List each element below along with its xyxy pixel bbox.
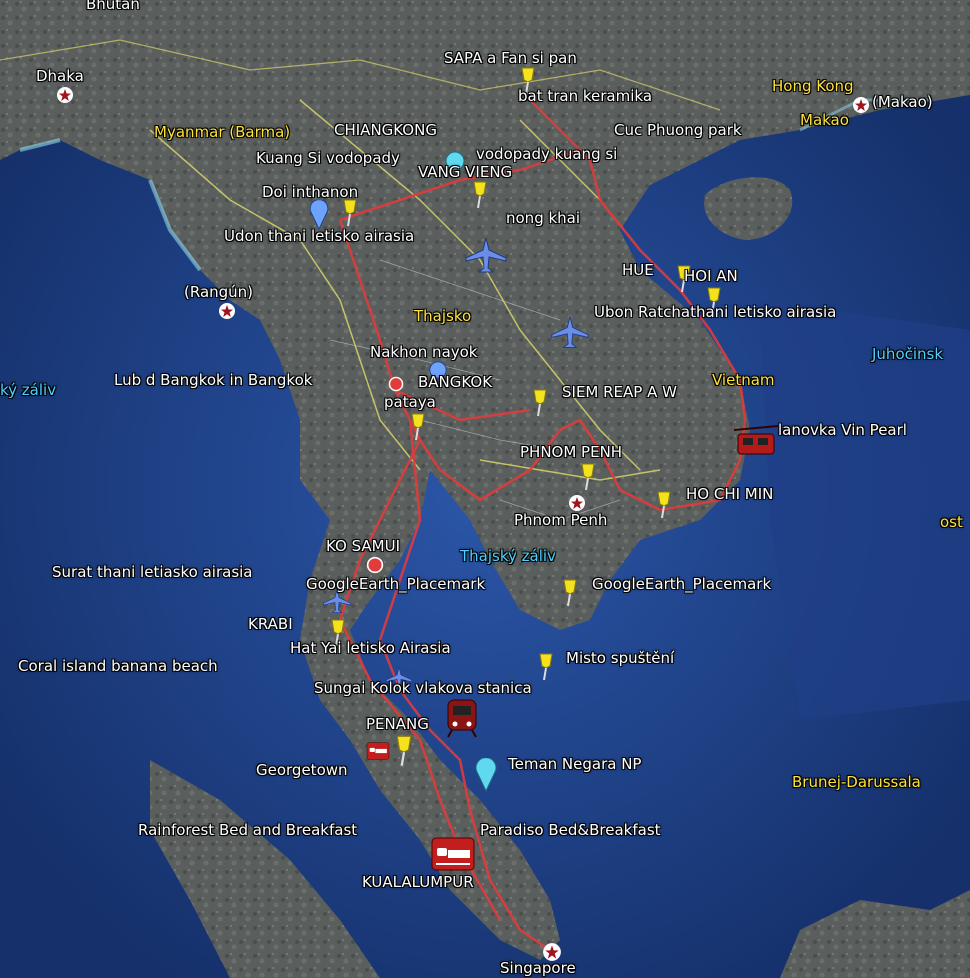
label-nakhon: Nakhon nayok bbox=[370, 343, 478, 361]
yellow-pushpin-icon[interactable] bbox=[468, 180, 492, 210]
red-placemark-icon[interactable] bbox=[366, 556, 384, 574]
airplane-icon[interactable] bbox=[464, 236, 508, 274]
label-hong-kong: Hong Kong bbox=[772, 77, 854, 95]
airplane-icon[interactable] bbox=[550, 314, 590, 350]
label-ost: ost bbox=[940, 513, 963, 531]
label-lub-d: Lub d Bangkok in Bangkok bbox=[114, 371, 313, 389]
label-myanmar: Myanmar (Barma) bbox=[154, 123, 291, 141]
label-juhocinske: Juhočinsk bbox=[872, 345, 944, 363]
label-brunej: Brunej-Darussala bbox=[792, 773, 921, 791]
label-bhutan: Bhutan bbox=[86, 0, 140, 13]
blue-placemark-icon[interactable] bbox=[308, 200, 330, 230]
yellow-pushpin-icon[interactable] bbox=[558, 578, 582, 608]
label-kuang-si: Kuang Si vodopady bbox=[256, 149, 400, 167]
label-ge-placemark-1: GoogleEarth_Placemark bbox=[306, 575, 486, 593]
label-thajsky-zaliv: Thajský záliv bbox=[460, 547, 556, 565]
label-bangkok: BANGKOK bbox=[418, 373, 493, 391]
label-teman-negara: Teman Negara NP bbox=[508, 755, 642, 773]
capital-star-icon[interactable] bbox=[56, 86, 74, 104]
label-singapore: Singapore bbox=[500, 959, 576, 977]
yellow-pushpin-icon[interactable] bbox=[534, 652, 558, 682]
yellow-pushpin-icon[interactable] bbox=[406, 412, 430, 442]
capital-star-icon[interactable] bbox=[218, 302, 236, 320]
label-vin-pearl: lanovka Vin Pearl bbox=[778, 421, 907, 439]
label-vodopady: vodopady kuang si bbox=[476, 145, 618, 163]
yellow-pushpin-icon[interactable] bbox=[576, 462, 600, 492]
label-kualalumpur: KUALALUMPUR bbox=[362, 873, 474, 891]
bed-icon[interactable] bbox=[366, 738, 390, 764]
label-krabi: KRABI bbox=[248, 615, 293, 633]
label-ge-placemark-2: GoogleEarth_Placemark bbox=[592, 575, 772, 593]
label-phnom-penh-caps: PHNOM PENH bbox=[520, 443, 623, 461]
capital-star-icon[interactable] bbox=[568, 494, 586, 512]
bed-icon[interactable] bbox=[430, 836, 476, 872]
label-ho-chi-min: HO CHI MIN bbox=[686, 485, 774, 503]
label-misto: Misto spuštění bbox=[566, 649, 675, 667]
label-cuc-phuong: Cuc Phuong park bbox=[614, 121, 742, 139]
label-hat-yai: Hat Yai letisko Airasia bbox=[290, 639, 451, 657]
yellow-pushpin-icon[interactable] bbox=[390, 734, 418, 768]
label-zaliv-left: ký záliv bbox=[0, 381, 57, 399]
label-dhaka: Dhaka bbox=[36, 67, 84, 85]
label-udon: Udon thani letisko airasia bbox=[224, 227, 415, 245]
label-bat-tran: bat tran keramika bbox=[518, 87, 653, 105]
label-surat-thani: Surat thani letiasko airasia bbox=[52, 563, 253, 581]
capital-star-icon[interactable] bbox=[852, 96, 870, 114]
label-vang-vieng: VANG VIENG bbox=[418, 163, 513, 181]
cyan-placemark-icon[interactable] bbox=[474, 758, 498, 792]
label-sungai-kolok: Sungai Kolok vlakova stanica bbox=[314, 679, 532, 697]
label-nong-khai: nong khai bbox=[506, 209, 581, 227]
label-sapa: SAPA a Fan si pan bbox=[444, 49, 577, 67]
label-makao-paren: (Makao) bbox=[872, 93, 933, 111]
label-rainforest: Rainforest Bed and Breakfast bbox=[138, 821, 358, 839]
label-pataya: pataya bbox=[384, 393, 436, 411]
label-ko-samui: KO SAMUI bbox=[326, 537, 400, 555]
label-penang: PENANG bbox=[366, 715, 429, 733]
label-coral-island: Coral island banana beach bbox=[18, 657, 218, 675]
label-chiangkong: CHIANGKONG bbox=[334, 121, 437, 139]
yellow-pushpin-icon[interactable] bbox=[338, 198, 362, 228]
yellow-pushpin-icon[interactable] bbox=[528, 388, 552, 418]
label-hoi-an: HOI AN bbox=[684, 267, 738, 285]
label-doi-inthanon: Doi inthanon bbox=[262, 183, 359, 201]
label-thajsko: Thajsko bbox=[414, 307, 472, 325]
train-icon[interactable] bbox=[444, 698, 480, 738]
label-vietnam: Vietnam bbox=[712, 371, 775, 389]
map-view[interactable]: Bhutan Dhaka Myanmar (Barma) (Rangún) ký… bbox=[0, 0, 970, 978]
label-makao: Makao bbox=[800, 111, 849, 129]
label-georgetown: Georgetown bbox=[256, 761, 348, 779]
label-siem-reap: SIEM REAP A W bbox=[562, 383, 677, 401]
label-hue: HUE bbox=[622, 261, 654, 279]
red-placemark-icon[interactable] bbox=[388, 376, 404, 392]
label-ubon: Ubon Ratchathani letisko airasia bbox=[594, 303, 837, 321]
label-paradiso: Paradiso Bed&Breakfast bbox=[480, 821, 661, 839]
yellow-pushpin-icon[interactable] bbox=[652, 490, 676, 520]
cable-car-icon[interactable] bbox=[734, 424, 778, 458]
label-phnom-penh: Phnom Penh bbox=[514, 511, 608, 529]
label-rangun: (Rangún) bbox=[184, 283, 254, 301]
